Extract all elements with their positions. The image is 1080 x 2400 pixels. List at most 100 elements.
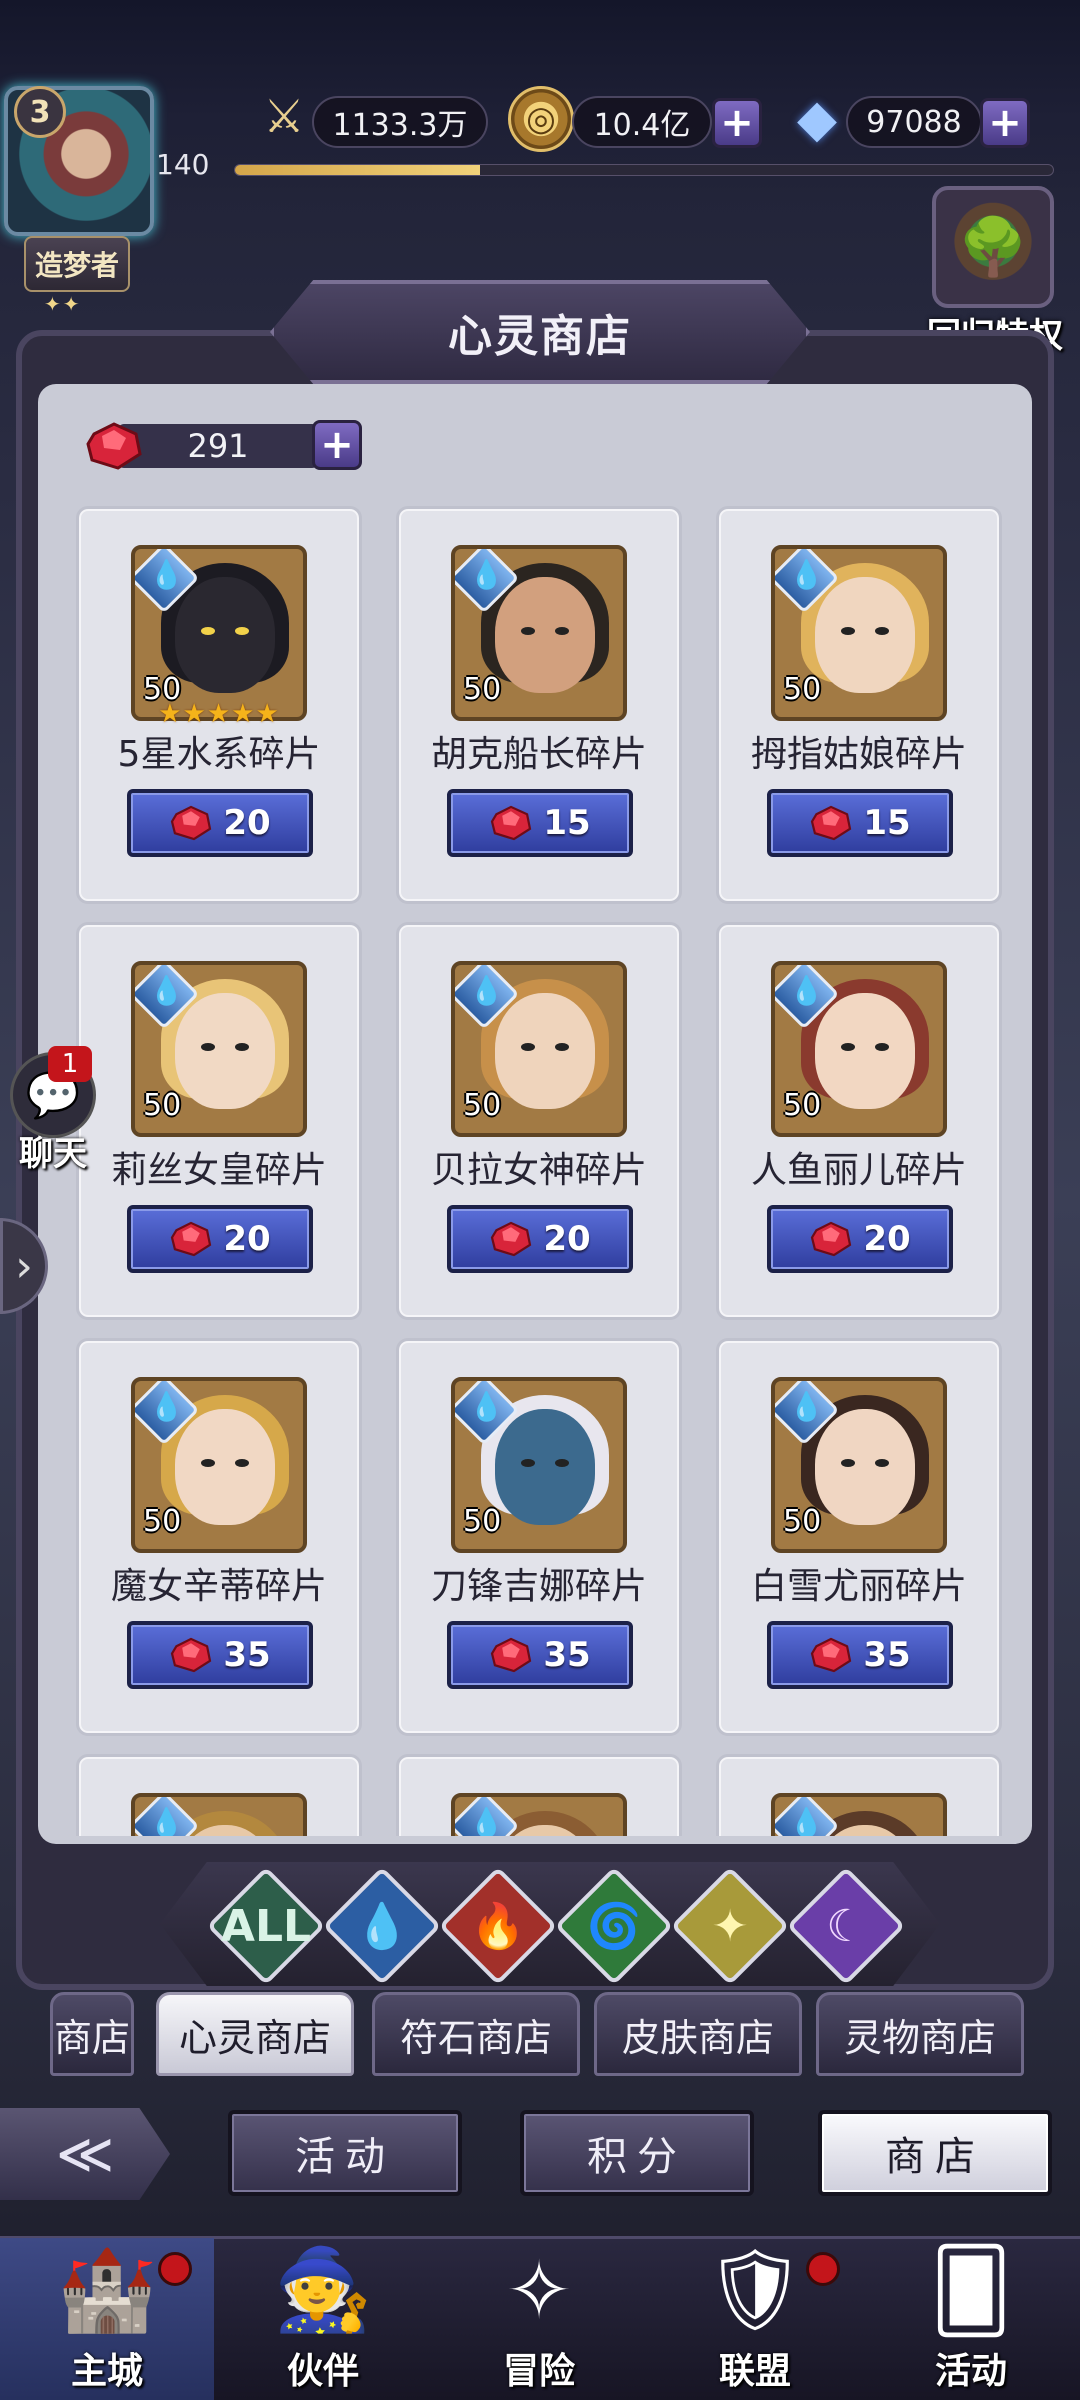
filter-light[interactable]: ✦: [670, 1866, 790, 1986]
shop-tab[interactable]: 心灵商店: [156, 1992, 354, 2076]
fragment-count: 50: [783, 1504, 822, 1539]
buy-button[interactable]: 20: [767, 1205, 953, 1273]
add-gold-button[interactable]: +: [712, 98, 762, 148]
nav-icon: 🧙: [273, 2243, 373, 2336]
bottom-nav-item[interactable]: ✧ 冒险: [432, 2238, 646, 2400]
diamond-icon: ◆: [797, 89, 837, 149]
shop-item-card[interactable]: 💧 50 白雪尤丽碎片 35: [716, 1338, 1002, 1736]
fragment-count: 50: [783, 672, 822, 707]
red-gem-icon: [171, 1221, 212, 1257]
portrait-eye: [201, 627, 215, 635]
buy-button[interactable]: 35: [447, 1621, 633, 1689]
buy-button[interactable]: 20: [127, 1205, 313, 1273]
buy-button[interactable]: 35: [127, 1621, 313, 1689]
red-gem-icon: [171, 1637, 212, 1673]
nav-label: 伙伴: [286, 2351, 359, 2392]
fragment-count: 50: [463, 672, 502, 707]
portrait-face: [815, 1409, 915, 1525]
fragment-count: 50: [143, 1504, 182, 1539]
shop-item-card[interactable]: 💧 50 刀锋吉娜碎片 35: [396, 1338, 682, 1736]
light-element-icon: ✦: [711, 1900, 749, 1952]
fragment-count: 50: [143, 1088, 182, 1123]
filter-water[interactable]: 💧: [322, 1866, 442, 1986]
account-level: 140: [156, 148, 210, 181]
item-grid: 💧 50 ★★★★★ 5星水系碎片 20 💧 50 胡克船长碎片 15 💧 50 拇指姑娘碎片 15 💧 5…: [70, 506, 1010, 1836]
exp-bar: [234, 164, 1054, 176]
return-privilege-button[interactable]: 🌳: [932, 186, 1054, 308]
item-price: 20: [863, 1219, 911, 1259]
chat-label: 聊天: [19, 1134, 87, 1174]
filter-dark[interactable]: ☾: [786, 1866, 906, 1986]
player-title-badge: 造梦者: [24, 236, 130, 292]
nav-label: 活动: [934, 2351, 1007, 2392]
shop-item-card[interactable]: 💧 50 ★★★★★ 5星水系碎片 20: [76, 506, 362, 904]
portrait-eye: [555, 627, 569, 635]
item-price: 35: [863, 1635, 911, 1675]
hero-portrait: 💧: [131, 1793, 307, 1836]
portrait-eye: [235, 627, 249, 635]
item-name: 5星水系碎片: [117, 734, 321, 775]
red-gem-icon: [811, 1221, 852, 1257]
buy-button[interactable]: 35: [767, 1621, 953, 1689]
shop-tab[interactable]: 符石商店: [372, 1992, 580, 2076]
red-gem-icon: [86, 422, 142, 470]
add-diamond-button[interactable]: +: [980, 98, 1030, 148]
sword-icon: ⚔: [263, 89, 305, 143]
shop-item-card[interactable]: 💧: [396, 1754, 682, 1836]
shop-tab[interactable]: 灵物商店: [816, 1992, 1024, 2076]
bottom-nav-item[interactable]: 🂠 活动: [864, 2238, 1078, 2400]
shop-item-card[interactable]: 💧 50 人鱼丽儿碎片 20: [716, 922, 1002, 1320]
water-drop-icon: 💧: [149, 1390, 184, 1423]
buy-button[interactable]: 20: [127, 789, 313, 857]
shop-item-card[interactable]: 💧: [716, 1754, 1002, 1836]
back-button[interactable]: ≪: [0, 2108, 170, 2200]
diamond-value: 97088: [846, 96, 982, 148]
item-price: 15: [863, 803, 911, 843]
shop-button[interactable]: 商店: [818, 2110, 1052, 2196]
filter-fire[interactable]: 🔥: [438, 1866, 558, 1986]
shop-tab[interactable]: 商店: [50, 1992, 134, 2076]
portrait-eye: [201, 1459, 215, 1467]
hero-portrait: 💧 50: [131, 961, 307, 1137]
buy-button[interactable]: 15: [767, 789, 953, 857]
water-element-icon: 💧: [354, 1901, 410, 1952]
shop-item-card[interactable]: 💧: [76, 1754, 362, 1836]
nav-label: 联盟: [718, 2351, 791, 2392]
nav-label: 主城: [70, 2351, 143, 2392]
bottom-nav-item[interactable]: 🛡 联盟: [648, 2238, 862, 2400]
bottom-nav-item[interactable]: 🏰 主城: [0, 2238, 214, 2400]
water-drop-icon: 💧: [789, 974, 824, 1007]
hero-portrait: 💧: [451, 1793, 627, 1836]
filter-all[interactable]: ALL: [206, 1866, 326, 1986]
chevron-right-icon: ›: [15, 1240, 33, 1292]
buy-button[interactable]: 20: [447, 1205, 633, 1273]
water-drop-icon: 💧: [789, 558, 824, 591]
item-price: 20: [543, 1219, 591, 1259]
water-drop-icon: 💧: [469, 1390, 504, 1423]
nav-icon: ✧: [505, 2243, 573, 2337]
filter-wind[interactable]: 🌀: [554, 1866, 674, 1986]
shop-tab[interactable]: 皮肤商店: [594, 1992, 802, 2076]
portrait-eye: [235, 1459, 249, 1467]
shop-item-card[interactable]: 💧 50 拇指姑娘碎片 15: [716, 506, 1002, 904]
nav-icon: 🏰: [57, 2243, 157, 2336]
shop-item-card[interactable]: 💧 50 魔女辛蒂碎片 35: [76, 1338, 362, 1736]
add-gem-button[interactable]: +: [312, 420, 362, 470]
portrait-eye: [555, 1043, 569, 1051]
portrait-face: [815, 577, 915, 693]
portrait-eye: [521, 627, 535, 635]
water-drop-icon: 💧: [789, 1806, 824, 1837]
shop-item-card[interactable]: 💧 50 胡克船长碎片 15: [396, 506, 682, 904]
shop-item-card[interactable]: 💧 50 莉丝女皇碎片 20: [76, 922, 362, 1320]
buy-button[interactable]: 15: [447, 789, 633, 857]
hero-portrait: 💧 50: [131, 1377, 307, 1553]
hero-portrait: 💧 50: [771, 1377, 947, 1553]
activity-button[interactable]: 活动: [228, 2110, 462, 2196]
portrait-face: [495, 577, 595, 693]
bottom-nav-item[interactable]: 🧙 伙伴: [216, 2238, 430, 2400]
points-button[interactable]: 积分: [520, 2110, 754, 2196]
portrait-eye: [235, 1043, 249, 1051]
item-price: 35: [543, 1635, 591, 1675]
item-name: 莉丝女皇碎片: [110, 1150, 327, 1191]
shop-item-card[interactable]: 💧 50 贝拉女神碎片 20: [396, 922, 682, 1320]
